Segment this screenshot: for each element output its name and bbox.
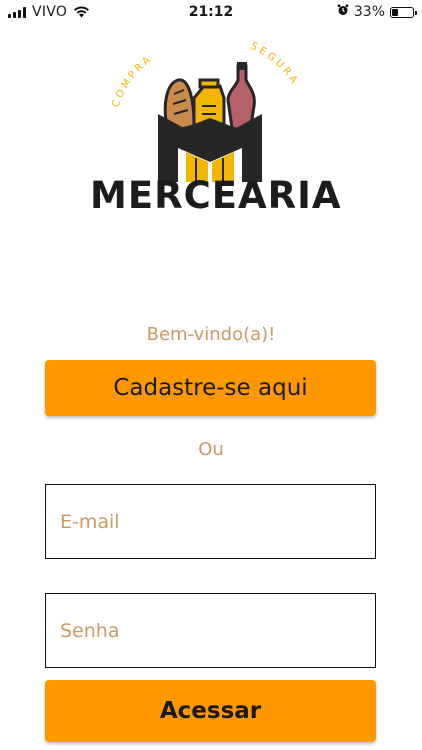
battery-level xyxy=(392,8,399,16)
svg-text:SEGURA: SEGURA xyxy=(249,41,301,88)
logo-wordmark: MERCEARIA xyxy=(90,174,342,217)
status-right: 33% xyxy=(337,4,417,20)
svg-text:COMPRA: COMPRA xyxy=(110,53,155,109)
logo-graphic: COMPRA SEGURA xyxy=(110,41,301,182)
mercearia-logo: COMPRA SEGURA MERCEARIA xyxy=(82,36,342,226)
battery-percent: 33% xyxy=(353,4,385,20)
email-input[interactable] xyxy=(46,485,375,558)
battery-icon xyxy=(390,6,417,18)
status-bar: VIVO 21:12 33% xyxy=(0,0,422,26)
bag-m-icon xyxy=(158,114,262,182)
password-field[interactable] xyxy=(45,593,376,668)
login-button[interactable]: Acessar xyxy=(45,680,376,742)
email-field[interactable] xyxy=(45,484,376,559)
alarm-icon xyxy=(337,4,349,20)
welcome-text: Bem-vindo(a)! xyxy=(146,324,276,345)
password-input[interactable] xyxy=(46,594,375,667)
register-button[interactable]: Cadastre-se aqui xyxy=(45,360,376,416)
or-separator: Ou xyxy=(198,439,224,460)
